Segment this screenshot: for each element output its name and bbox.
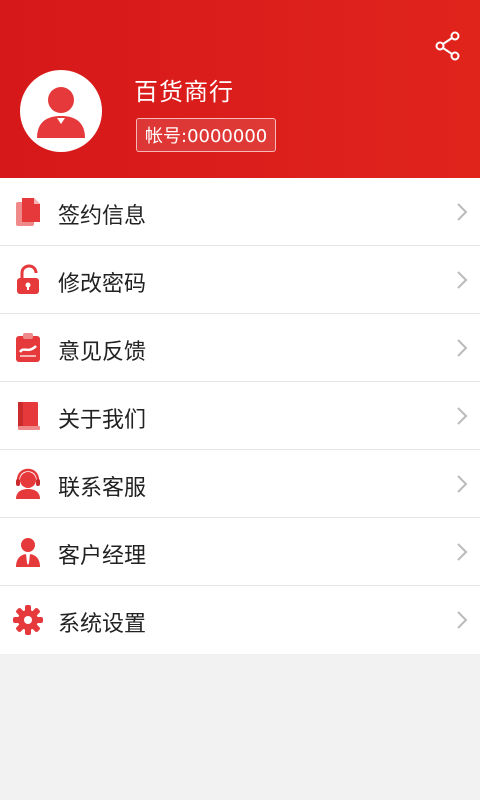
menu-item-label: 意见反馈 [58,340,147,365]
share-button[interactable] [432,28,464,64]
chevron-right-icon [452,540,472,564]
chevron-right-icon [452,200,472,224]
user-avatar-icon [37,87,85,138]
menu-item-account-manager[interactable]: 客户经理 [0,518,480,586]
profile-header: 百货商行 帐号:0000000 [0,0,480,178]
chevron-right-icon [452,268,472,292]
book-icon [12,399,44,433]
manager-icon [12,535,44,569]
menu-item-label: 客户经理 [58,544,147,569]
menu-item-label: 联系客服 [58,476,147,501]
menu-item-feedback[interactable]: 意见反馈 [0,314,480,382]
account-badge: 帐号:0000000 [136,118,277,152]
settings-menu: 签约信息 修改密码 意见反馈 关于我们 联系客服 客户经理 系统设置 [0,178,480,654]
documents-icon [12,195,44,229]
account-label: 帐号:0000000 [145,126,268,147]
unlock-icon [12,263,44,297]
avatar[interactable] [20,70,102,152]
menu-item-label: 系统设置 [58,612,147,637]
menu-item-label: 关于我们 [58,408,147,433]
headset-agent-icon [12,467,44,501]
shop-name: 百货商行 [134,78,234,106]
chevron-right-icon [452,336,472,360]
gear-icon [12,603,44,637]
menu-item-about-us[interactable]: 关于我们 [0,382,480,450]
menu-item-system-settings[interactable]: 系统设置 [0,586,480,654]
menu-item-signing-info[interactable]: 签约信息 [0,178,480,246]
menu-item-contact-support[interactable]: 联系客服 [0,450,480,518]
chevron-right-icon [452,608,472,632]
share-icon [435,31,460,61]
menu-item-label: 修改密码 [58,272,147,297]
chevron-right-icon [452,472,472,496]
feedback-clipboard-icon [12,331,44,365]
chevron-right-icon [452,404,472,428]
menu-item-label: 签约信息 [58,204,147,229]
menu-item-change-password[interactable]: 修改密码 [0,246,480,314]
